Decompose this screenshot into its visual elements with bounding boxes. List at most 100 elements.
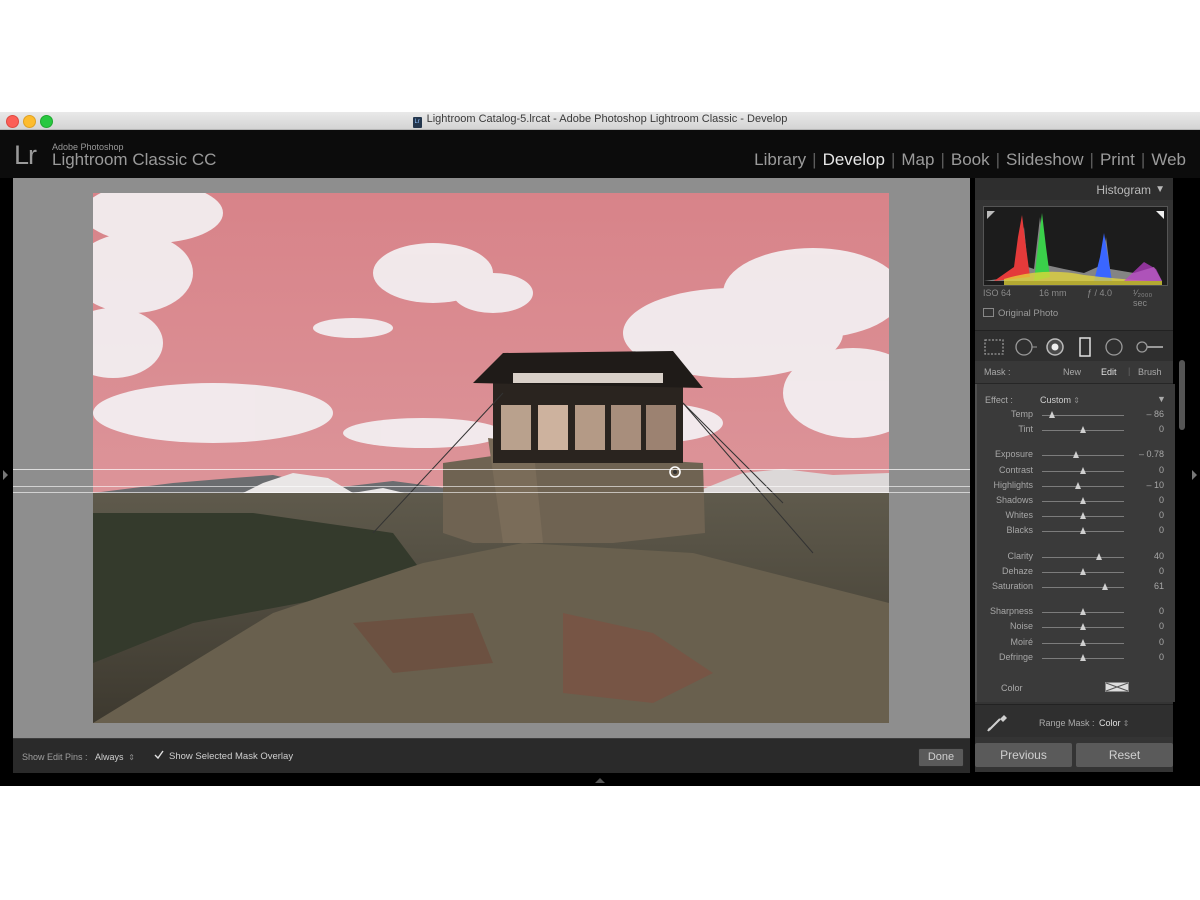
mask-mode-row: Mask : New Edit | Brush — [975, 361, 1173, 384]
slider-value-exposure[interactable]: – 0.78 — [1139, 449, 1164, 459]
filter-guide-line[interactable] — [13, 492, 970, 493]
adjustment-brush-icon[interactable] — [1136, 341, 1163, 353]
slider-knob-tint[interactable] — [1079, 426, 1086, 434]
exif-info-row: ISO 64 16 mm ƒ / 4.0 ¹⁄₂₀₀₀ sec — [983, 288, 1166, 308]
done-button[interactable]: Done — [918, 748, 964, 767]
range-mask-dropdown[interactable]: Color ⇕ — [1099, 718, 1129, 728]
slider-knob-blacks[interactable] — [1079, 527, 1086, 535]
module-web[interactable]: Web — [1145, 150, 1192, 169]
slider-track-saturation[interactable] — [1042, 587, 1124, 588]
slider-value-dehaze[interactable]: 0 — [1159, 566, 1164, 576]
reset-button[interactable]: Reset — [1076, 743, 1173, 767]
slider-knob-temp[interactable] — [1049, 411, 1056, 418]
show-edit-pins-dropdown[interactable]: Always ⇕ — [95, 752, 135, 762]
focal-length-value: 16 mm — [1039, 288, 1067, 298]
slider-value-shadows[interactable]: 0 — [1159, 495, 1164, 505]
slider-label-blacks: Blacks — [1006, 525, 1033, 536]
slider-value-temp[interactable]: – 86 — [1146, 409, 1164, 419]
color-label: Color — [1001, 683, 1023, 693]
previous-button[interactable]: Previous — [975, 743, 1072, 767]
brand-line-2: Lightroom Classic CC — [52, 150, 217, 169]
mask-edit-button[interactable]: Edit — [1101, 367, 1117, 377]
show-mask-overlay-label: Show Selected Mask Overlay — [169, 751, 294, 762]
tool-strip — [975, 330, 1173, 362]
color-swatch[interactable] — [1105, 682, 1129, 692]
filter-guide-line[interactable] — [13, 486, 970, 487]
lightroom-logo: Lr — [14, 140, 37, 170]
dropdown-arrows-icon: ⇕ — [1120, 719, 1130, 728]
slider-knob-saturation[interactable] — [1102, 583, 1109, 590]
module-book[interactable]: Book — [945, 150, 996, 169]
right-panel-toggle-icon[interactable] — [1192, 470, 1197, 480]
photo-preview[interactable] — [93, 193, 889, 723]
slider-value-moiré[interactable]: 0 — [1159, 637, 1164, 647]
original-photo-checkbox[interactable]: Original Photo — [983, 308, 1058, 319]
effect-preset-dropdown[interactable]: Custom ⇕ — [1040, 395, 1080, 405]
slider-knob-sharpness[interactable] — [1079, 608, 1086, 616]
module-develop[interactable]: Develop — [817, 150, 891, 169]
left-panel-toggle-icon[interactable] — [3, 470, 8, 480]
module-separator: | — [812, 150, 817, 169]
filmstrip-toggle-icon[interactable] — [595, 778, 605, 783]
effect-panel: Effect : Custom ⇕ ▼ Temp – 86 Tint 0 Exposur… — [975, 384, 1175, 702]
slider-track-exposure[interactable] — [1042, 455, 1124, 457]
slider-knob-noise[interactable] — [1079, 623, 1086, 631]
lightroom-app: Lr Adobe Photoshop Lightroom Classic CC … — [0, 130, 1200, 786]
histogram-header[interactable]: Histogram ▼ — [975, 178, 1173, 200]
red-eye-icon[interactable] — [1046, 338, 1064, 356]
highlight-clipping-icon[interactable] — [1156, 211, 1164, 219]
slider-value-highlights[interactable]: – 10 — [1146, 480, 1164, 490]
slider-knob-shadows[interactable] — [1079, 497, 1086, 504]
slider-knob-defringe[interactable] — [1079, 653, 1086, 661]
slider-value-contrast[interactable]: 0 — [1159, 465, 1164, 475]
right-panel-scrollbar[interactable] — [1179, 360, 1185, 430]
radial-filter-icon[interactable] — [1105, 338, 1123, 356]
collapse-triangle-icon[interactable]: ▼ — [1155, 184, 1165, 195]
slider-label-whites: Whites — [1005, 510, 1033, 521]
shadow-clipping-icon[interactable] — [987, 211, 995, 219]
slider-label-noise: Noise — [1009, 621, 1033, 632]
mask-new-button[interactable]: New — [1063, 367, 1081, 377]
mask-brush-button[interactable]: Brush — [1138, 367, 1162, 377]
slider-value-tint[interactable]: 0 — [1159, 424, 1164, 434]
slider-knob-dehaze[interactable] — [1079, 567, 1086, 575]
module-library[interactable]: Library — [748, 150, 812, 169]
slider-value-saturation[interactable]: 61 — [1154, 581, 1164, 591]
module-slideshow[interactable]: Slideshow — [1000, 150, 1090, 169]
spot-removal-icon[interactable] — [1015, 338, 1037, 356]
graduated-filter-icon[interactable] — [1079, 337, 1091, 357]
image-canvas[interactable] — [13, 178, 970, 738]
slider-value-clarity[interactable]: 40 — [1154, 551, 1164, 561]
filter-guide-line[interactable] — [13, 469, 970, 470]
slider-track-highlights[interactable] — [1042, 485, 1124, 487]
dropdown-arrows-icon: ⇕ — [1071, 396, 1080, 405]
slider-value-sharpness[interactable]: 0 — [1159, 606, 1164, 616]
slider-knob-moiré[interactable] — [1079, 638, 1086, 646]
slider-knob-exposure[interactable] — [1072, 451, 1079, 459]
slider-knob-highlights[interactable] — [1075, 481, 1082, 489]
module-print[interactable]: Print — [1094, 150, 1141, 169]
show-edit-pins-value: Always — [95, 752, 124, 762]
slider-knob-clarity[interactable] — [1095, 552, 1102, 560]
slider-label-moiré: Moiré — [1010, 636, 1033, 647]
effect-collapse-icon[interactable]: ▼ — [1157, 394, 1166, 404]
mask-separator: | — [1128, 366, 1131, 376]
slider-value-blacks[interactable]: 0 — [1159, 525, 1164, 535]
slider-value-defringe[interactable]: 0 — [1159, 652, 1164, 662]
range-mask-value: Color — [1099, 718, 1121, 728]
slider-knob-whites[interactable] — [1079, 512, 1086, 520]
window-title-bar: Lr Lightroom Catalog-5.lrcat - Adobe Phot… — [0, 112, 1200, 130]
histogram-graph[interactable] — [983, 206, 1168, 286]
slider-label-defringe: Defringe — [998, 651, 1033, 662]
slider-value-whites[interactable]: 0 — [1159, 510, 1164, 520]
show-mask-overlay-checkbox[interactable] — [154, 750, 164, 760]
module-map[interactable]: Map — [895, 150, 940, 169]
eyedropper-icon[interactable] — [985, 711, 1011, 733]
slider-value-noise[interactable]: 0 — [1159, 621, 1164, 631]
range-mask-row: Range Mask : Color ⇕ — [975, 704, 1173, 737]
crop-overlay-icon[interactable] — [984, 339, 1004, 355]
slider-knob-contrast[interactable] — [1079, 466, 1086, 474]
window-title: Lr Lightroom Catalog-5.lrcat - Adobe Phot… — [0, 113, 1200, 128]
slider-label-shadows: Shadows — [995, 495, 1033, 505]
slider-track-clarity[interactable] — [1042, 556, 1124, 558]
